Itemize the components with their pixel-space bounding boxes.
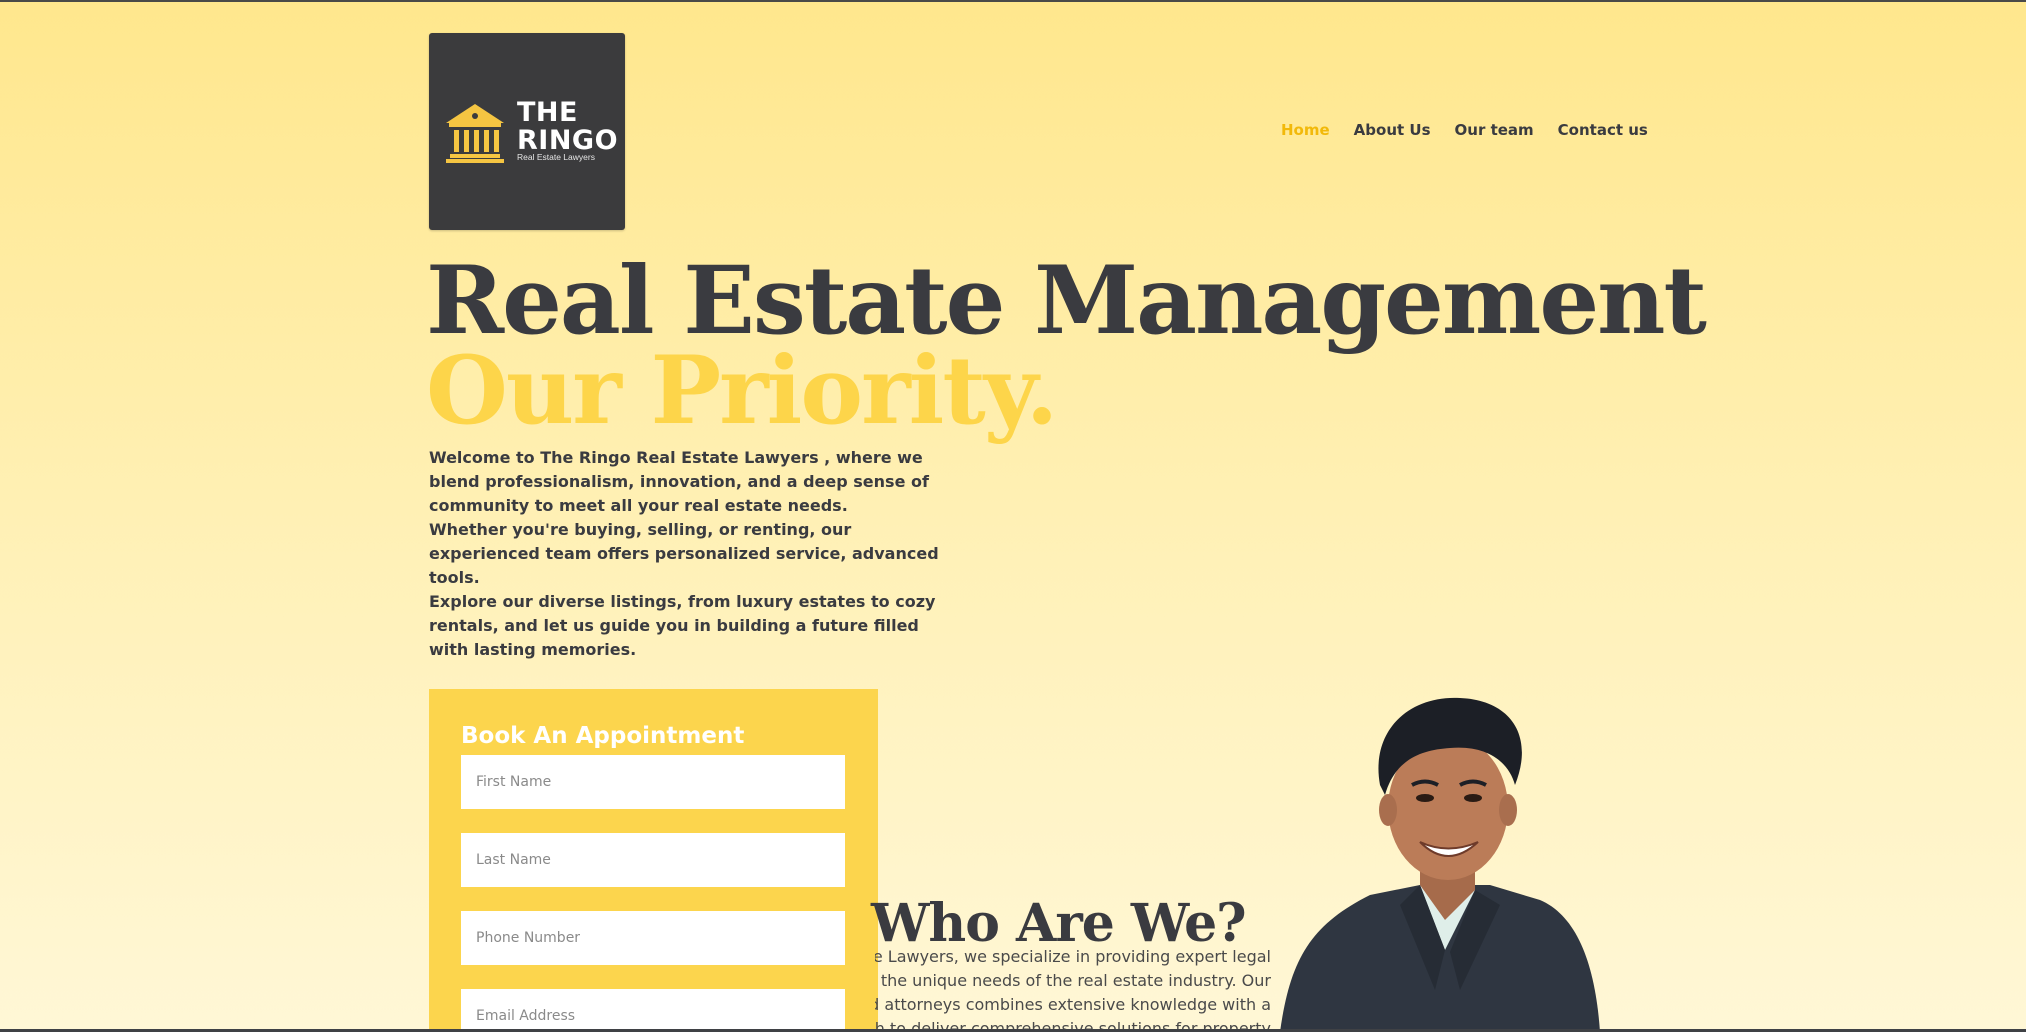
nav-about-us[interactable]: About Us <box>1354 121 1431 139</box>
logo-title-bottom: RINGO <box>517 125 619 156</box>
nav-contact-us[interactable]: Contact us <box>1558 121 1648 139</box>
about-text: state Lawyers, we specialize in providin… <box>875 945 1271 1032</box>
about-text-line: d to the unique needs of the real estate… <box>875 971 1271 990</box>
main-nav: Home About Us Our team Contact us <box>1281 121 1648 139</box>
site-logo[interactable]: THE RINGO Real Estate Lawyers <box>429 33 625 230</box>
about-text-line: ned attorneys combines extensive knowled… <box>875 995 1271 1014</box>
lawyer-portrait <box>1280 697 1600 1032</box>
logo-subtitle: Real Estate Lawyers <box>517 152 595 162</box>
nav-home[interactable]: Home <box>1281 121 1330 139</box>
first-name-field[interactable] <box>461 755 845 809</box>
last-name-field[interactable] <box>461 833 845 887</box>
courthouse-icon <box>446 104 504 163</box>
nav-our-team[interactable]: Our team <box>1455 121 1534 139</box>
about-text-line: state Lawyers, we specialize in providin… <box>875 947 1271 966</box>
appointment-heading: Book An Appointment <box>461 723 745 749</box>
appointment-form: Book An Appointment <box>429 689 878 1032</box>
logo-title: THE RINGO <box>517 99 618 155</box>
logo-title-top: THE <box>517 97 578 128</box>
about-text-container: state Lawyers, we specialize in providin… <box>875 945 1275 1032</box>
intro-paragraph: Whether you're buying, selling, or renti… <box>429 520 939 587</box>
intro-paragraph: Explore our diverse listings, from luxur… <box>429 592 936 659</box>
phone-number-field[interactable] <box>461 911 845 965</box>
intro-paragraph: Welcome to The Ringo Real Estate Lawyers… <box>429 448 929 515</box>
hero-subtitle: Our Priority. <box>426 336 1058 446</box>
top-border <box>0 0 2026 2</box>
intro-text: Welcome to The Ringo Real Estate Lawyers… <box>429 446 959 662</box>
email-address-field[interactable] <box>461 989 845 1032</box>
